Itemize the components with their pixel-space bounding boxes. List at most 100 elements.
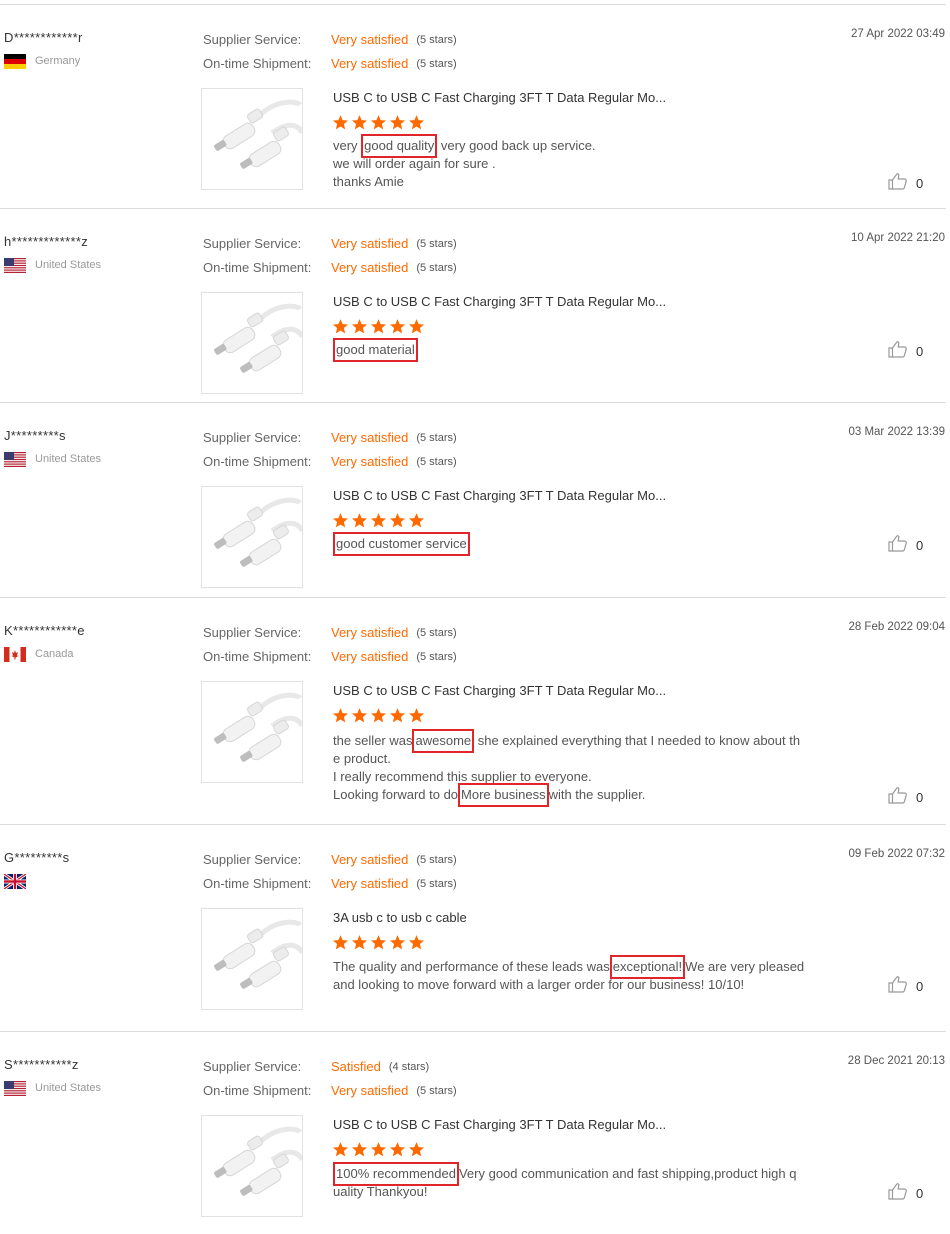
product-thumbnail[interactable] xyxy=(201,88,305,190)
supplier-service-row: Supplier Service: Very satisfied (5 stars) xyxy=(203,28,457,52)
ontime-shipment-row: On-time Shipment: Very satisfied (5 stars) xyxy=(203,52,457,76)
product-thumbnail[interactable] xyxy=(201,292,305,394)
service-ratings: Supplier Service: Very satisfied (5 stars)… xyxy=(203,28,457,76)
product-title-link[interactable]: USB C to USB C Fast Charging 3FT T Data … xyxy=(333,90,666,105)
like-count: 0 xyxy=(916,1186,924,1201)
product-title-link[interactable]: USB C to USB C Fast Charging 3FT T Data … xyxy=(333,1117,666,1132)
usa-flag-icon xyxy=(4,1080,26,1096)
reviewer-country: United States xyxy=(4,1079,101,1097)
rating-stars-count: (5 stars) xyxy=(416,262,457,274)
country-name: United States xyxy=(35,453,102,465)
rating-stars-count: (5 stars) xyxy=(416,432,457,444)
rating-label: On-time Shipment: xyxy=(203,1083,312,1098)
rating-value: Very satisfied xyxy=(331,1083,409,1098)
like-count: 0 xyxy=(916,176,924,191)
product-title-link[interactable]: USB C to USB C Fast Charging 3FT T Data … xyxy=(333,488,666,503)
review-date: 03 Mar 2022 13:39 xyxy=(848,426,945,438)
star-icon xyxy=(408,114,427,132)
star-icon xyxy=(332,1141,351,1159)
star-icon xyxy=(351,934,370,952)
thumbs-up-icon xyxy=(888,172,908,195)
like-button[interactable]: 0 xyxy=(888,975,923,998)
star-icon xyxy=(351,512,370,530)
product-thumbnail[interactable] xyxy=(201,681,305,783)
star-icon xyxy=(408,1141,427,1159)
like-button[interactable]: 0 xyxy=(888,340,923,363)
review-star-rating xyxy=(332,512,427,530)
rating-stars-count: (5 stars) xyxy=(416,878,457,890)
star-icon xyxy=(351,114,370,132)
service-ratings: Supplier Service: Very satisfied (5 stars)… xyxy=(203,621,457,669)
review-date: 27 Apr 2022 03:49 xyxy=(851,28,945,40)
star-icon xyxy=(332,512,351,530)
comment-text: Very good communication and fast shippin… xyxy=(458,1166,797,1181)
like-button[interactable]: 0 xyxy=(888,172,923,195)
like-button[interactable]: 0 xyxy=(888,786,923,809)
like-count: 0 xyxy=(916,979,924,994)
review-star-rating xyxy=(332,114,427,132)
rating-value: Very satisfied xyxy=(331,625,409,640)
ontime-shipment-row: On-time Shipment: Very satisfied (5 stars) xyxy=(203,872,457,896)
service-ratings: Supplier Service: Very satisfied (5 stars)… xyxy=(203,426,457,474)
product-title-link[interactable]: USB C to USB C Fast Charging 3FT T Data … xyxy=(333,683,666,698)
rating-stars-count: (5 stars) xyxy=(416,34,457,46)
ontime-shipment-row: On-time Shipment: Very satisfied (5 stars) xyxy=(203,450,457,474)
highlighted-phrase: good material xyxy=(333,338,418,362)
thumbs-up-icon xyxy=(888,1182,908,1205)
product-thumbnail[interactable] xyxy=(201,486,305,588)
reviewer-country: Germany xyxy=(4,52,80,70)
product-thumbnail[interactable] xyxy=(201,1115,305,1217)
comment-text: very good back up service. xyxy=(437,138,596,153)
review-divider xyxy=(0,597,946,598)
ontime-shipment-row: On-time Shipment: Very satisfied (5 stars) xyxy=(203,256,457,280)
highlighted-phrase: awesome xyxy=(412,729,475,753)
service-ratings: Supplier Service: Very satisfied (5 stars)… xyxy=(203,232,457,280)
product-title-link[interactable]: 3A usb c to usb c cable xyxy=(333,910,467,925)
reviewer-country: United States xyxy=(4,450,101,468)
review-comment: The quality and performance of these lea… xyxy=(333,955,828,994)
like-count: 0 xyxy=(916,538,924,553)
rating-value: Very satisfied xyxy=(331,649,409,664)
star-icon xyxy=(370,1141,389,1159)
rating-stars-count: (5 stars) xyxy=(416,238,457,250)
star-icon xyxy=(389,512,408,530)
rating-value: Very satisfied xyxy=(331,236,409,251)
rating-label: Supplier Service: xyxy=(203,852,302,867)
comment-text: We are very pleased xyxy=(685,959,805,974)
rating-value: Very satisfied xyxy=(331,852,409,867)
reviewer-name: G*********s xyxy=(4,850,70,865)
rating-label: On-time Shipment: xyxy=(203,260,312,275)
review-comment: 100% recommended Very good communication … xyxy=(333,1162,828,1201)
rating-value: Very satisfied xyxy=(331,56,409,71)
review-comment: the seller was awesome she explained ever… xyxy=(333,729,828,807)
like-button[interactable]: 0 xyxy=(888,534,923,557)
like-button[interactable]: 0 xyxy=(888,1182,923,1205)
rating-value: Very satisfied xyxy=(331,430,409,445)
rating-stars-count: (4 stars) xyxy=(388,1061,430,1073)
review-item: K************e Canada Supplier Service: Ver… xyxy=(0,597,950,824)
review-date: 10 Apr 2022 21:20 xyxy=(851,232,945,244)
review-date: 09 Feb 2022 07:32 xyxy=(848,848,945,860)
rating-stars-count: (5 stars) xyxy=(416,58,457,70)
comment-text: Looking forward to do xyxy=(333,787,459,802)
rating-label: Supplier Service: xyxy=(203,430,302,445)
product-title-link[interactable]: USB C to USB C Fast Charging 3FT T Data … xyxy=(333,294,666,309)
comment-text: uality Thankyou! xyxy=(333,1184,428,1199)
rating-label: Supplier Service: xyxy=(203,625,302,640)
rating-value: Very satisfied xyxy=(331,260,409,275)
review-divider xyxy=(0,824,946,825)
star-icon xyxy=(389,934,408,952)
reviewer-name: D************r xyxy=(4,30,83,45)
product-thumbnail[interactable] xyxy=(201,908,305,1010)
supplier-service-row: Supplier Service: Very satisfied (5 stars) xyxy=(203,848,457,872)
star-icon xyxy=(408,512,427,530)
star-icon xyxy=(351,707,370,725)
comment-text: the seller was xyxy=(333,733,413,748)
thumbs-up-icon xyxy=(888,975,908,998)
review-item: G*********s Supplier Service: Very satisfi… xyxy=(0,824,950,1031)
comment-text: we will order again for sure . xyxy=(333,156,496,171)
rating-stars-count: (5 stars) xyxy=(416,456,457,468)
reviewer-country xyxy=(4,872,35,890)
star-icon xyxy=(332,707,351,725)
germany-flag-icon xyxy=(4,53,26,69)
